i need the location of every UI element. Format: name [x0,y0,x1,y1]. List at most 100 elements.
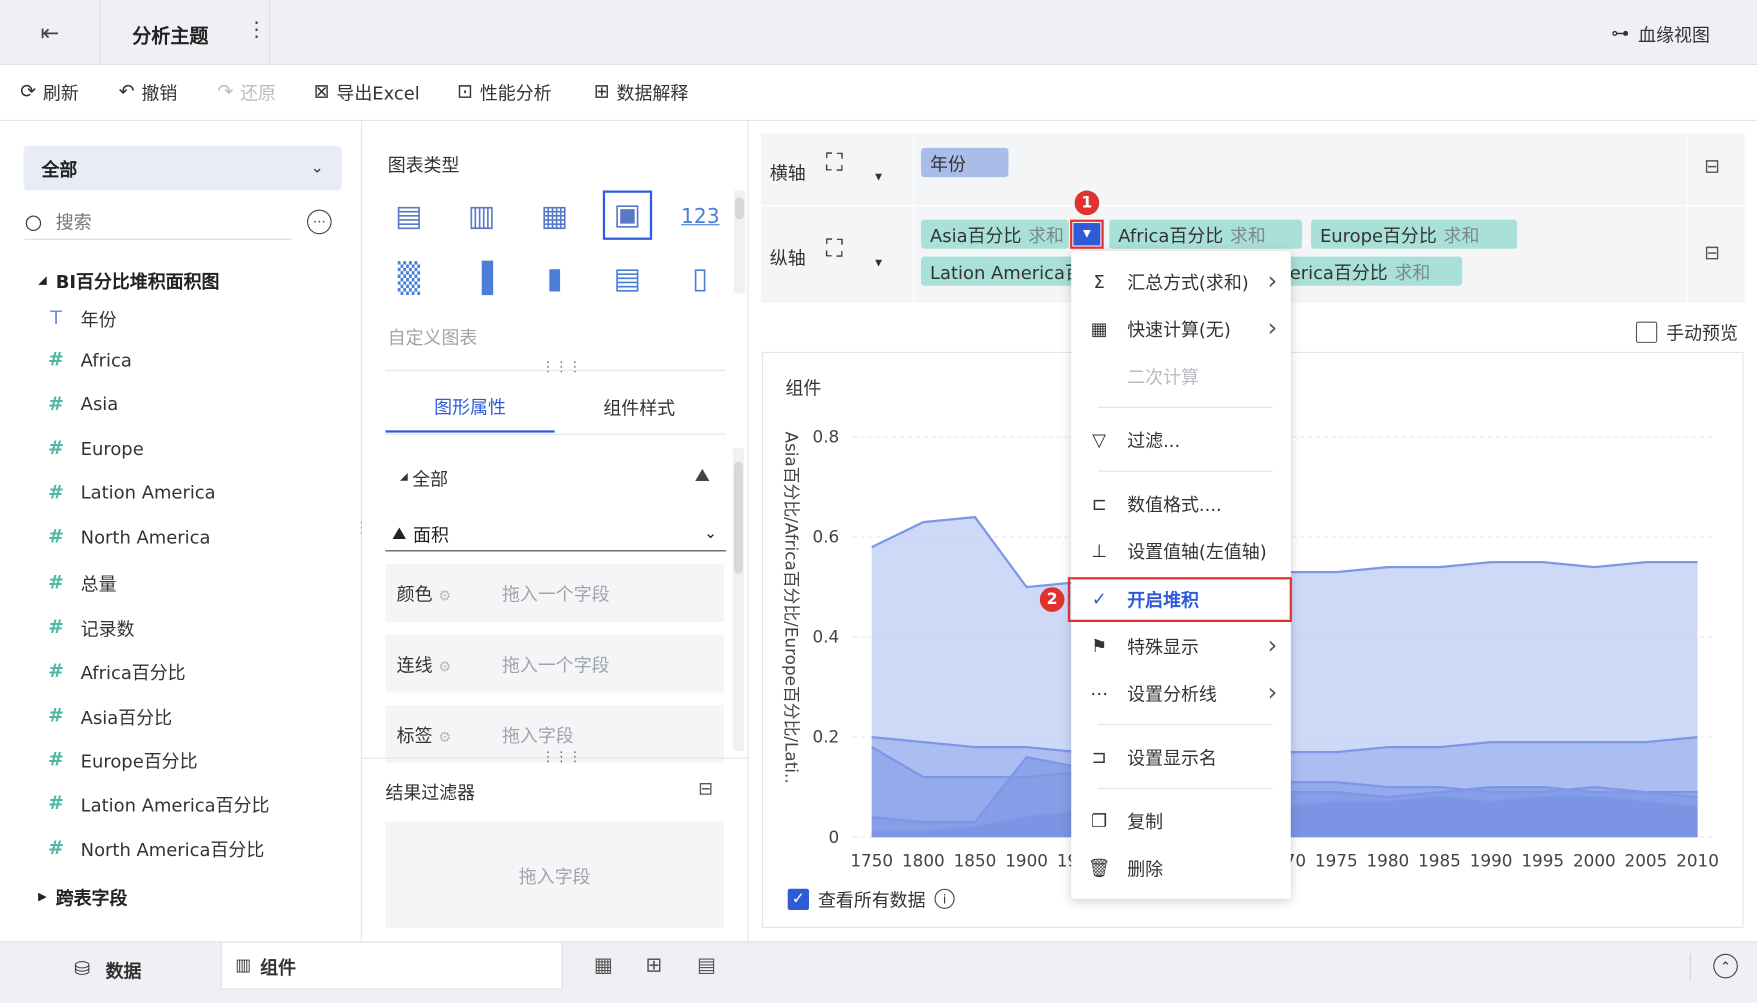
y-field-pill[interactable]: Africa百分比 求和 [1109,219,1303,249]
lineage-view-button[interactable]: ⊶ 血缘视图 [1611,20,1710,47]
chart-type-option[interactable]: ▤ [594,251,661,307]
chart-type-option[interactable]: ▥ [448,188,515,244]
field-label: Africa百分比 [80,662,186,684]
checkbox-checked-icon[interactable]: ✓ [787,888,810,910]
y-field-pill[interactable]: Europe百分比 求和 [1310,219,1518,249]
menu-item-label: 数值格式.... [1127,494,1222,516]
drag-handle[interactable]: ⋮⋮⋮ [541,749,581,765]
drag-handle[interactable]: ⋮⋮⋮ [541,359,581,375]
divider [1686,206,1688,303]
menu-item[interactable]: ⊥ 设置值轴(左值轴) [1071,530,1291,570]
filter-icon: ▽ [1092,428,1107,450]
redo-button[interactable]: ↷ 还原 [217,78,276,105]
scope-select[interactable]: 全部 ⌄ [23,145,342,191]
field-item[interactable]: # 总量 [45,570,117,597]
chart-type-option[interactable]: ▒ [375,251,442,307]
tab-shape-props[interactable]: 图形属性 [385,381,555,433]
manual-preview-toggle[interactable]: 手动预览 [1635,318,1738,345]
view-all-data-toggle[interactable]: ✓ 查看所有数据 i [787,885,955,912]
x-tick-label: 1985 [1418,850,1461,870]
y-field-pill[interactable]: Asia百分比 求和 [921,219,1069,249]
x-tick-label: 1995 [1521,850,1564,870]
field-label: Lation America [80,482,216,504]
chart-type-option[interactable]: 123 [667,188,734,244]
menu-item[interactable]: Σ 汇总方式(求和) › [1071,261,1291,301]
x-axis-type-icon[interactable]: ⛶ [826,149,843,177]
field-item[interactable]: # Africa百分比 [45,658,186,685]
field-item[interactable]: # Europe百分比 [45,746,197,773]
caret-down-icon[interactable]: ▼ [875,171,882,181]
more-menu-icon[interactable]: ⋮ [247,18,267,42]
field-item[interactable]: # Europe [45,437,144,459]
menu-item[interactable]: ⊐ 设置显示名 [1071,736,1291,776]
chart-type-option[interactable]: ▐ [448,251,515,307]
x-field-pill[interactable]: 年份 [921,147,1009,178]
divider [1689,953,1691,981]
menu-item[interactable]: 🗑 删除 [1071,847,1291,887]
chart-type-option[interactable]: ▤ [375,188,442,244]
chart-type-option[interactable]: ▯ [667,251,734,307]
bottom-tab-bar: ⛁ 数据 ▥ 组件 ▦ ⊞ ▤ ⌃ [0,941,1757,1003]
area-chart-icon[interactable]: ⛰ [695,464,710,486]
props-scrollbar[interactable] [732,448,745,751]
refresh-button[interactable]: ⟳ 刷新 [20,78,79,105]
chart-type-icon: ▤ [613,262,642,296]
field-item[interactable]: # Lation America百分比 [45,791,269,818]
group-header[interactable]: ◢ BI百分比堆积面积图 [38,267,219,294]
collapse-up-icon[interactable]: ⌃ [1713,953,1738,979]
field-item[interactable]: # Asia百分比 [45,702,172,729]
flag-icon: ⚑ [1091,634,1108,657]
x-axis-settings-icon[interactable]: ⊟ [1704,156,1720,178]
result-filter-dropzone[interactable]: 拖入字段 [385,821,724,928]
color-slot[interactable]: 颜色 ⚙ 拖入一个字段 [385,563,724,622]
undo-button[interactable]: ↶ 撤销 [119,78,178,105]
info-icon[interactable]: i [934,888,955,909]
add-report-icon[interactable]: ▤ [697,954,716,978]
back-button[interactable]: ⇤ [0,0,101,66]
y-axis-type-icon[interactable]: ⛶ [826,235,843,263]
more-options-icon[interactable]: ··· [307,209,332,235]
menu-item[interactable]: ⋯ 设置分析线 › [1071,672,1291,712]
highlight-dropdown-trigger[interactable]: ▼ [1070,219,1104,249]
field-item[interactable]: # Lation America [45,481,216,503]
menu-item[interactable]: ⚑ 特殊显示 › [1071,625,1291,665]
field-item[interactable]: # Asia [45,393,118,415]
caret-down-icon[interactable]: ▼ [1073,223,1101,246]
chart-type-scrollbar[interactable] [733,190,746,294]
search-input[interactable] [55,211,258,234]
add-dashboard-icon[interactable]: ⊞ [645,954,662,978]
menu-item[interactable]: ▽ 过滤... [1071,419,1291,459]
field-item[interactable]: # North America百分比 [45,835,264,862]
y-axis-label: 纵轴 [769,247,806,269]
tab-component[interactable]: ▥ 组件 [220,942,563,990]
caret-down-icon[interactable]: ▼ [875,258,882,268]
tab-data[interactable]: ⛁ 数据 [74,956,142,983]
tab-component-style[interactable]: 组件样式 [555,381,724,433]
filter-config-icon[interactable]: ⊟ [698,778,713,799]
chart-type-option[interactable]: ▦ [521,188,588,244]
calculator-icon: ▦ [1090,317,1108,340]
menu-item[interactable]: ❐ 复制 [1071,800,1291,840]
search-box[interactable]: ○ [24,206,292,240]
chart-type-option[interactable]: ▮ [521,251,588,307]
export-excel-button[interactable]: ⊠ 导出Excel [314,78,420,105]
field-item[interactable]: # 记录数 [45,614,134,641]
mark-type-select[interactable]: ⛰ 面积 ⌄ [385,516,727,552]
menu-item[interactable]: ⊏ 数值格式.... [1071,483,1291,523]
menu-item[interactable]: ▦ 快速计算(无) › [1071,308,1291,348]
line-slot[interactable]: 连线 ⚙ 拖入一个字段 [385,634,724,693]
data-explain-button[interactable]: ⊞ 数据解释 [594,78,688,105]
checkbox[interactable] [1635,321,1658,343]
all-series-row[interactable]: ◢ 全部 [400,464,448,491]
cross-table-group[interactable]: ▶ 跨表字段 [38,883,127,910]
performance-button[interactable]: ⊡ 性能分析 [457,78,551,105]
chart-type-option[interactable]: ▣ [602,190,653,240]
y-field-pill[interactable]: Lation America百 [921,256,1078,286]
y-field-agg: 求和 [1443,225,1480,247]
field-item[interactable]: # Africa [45,349,132,371]
field-item[interactable]: # North America [45,526,210,548]
add-component-icon[interactable]: ▦ [594,954,613,978]
y-field-pill[interactable]: erica百分比 求和 [1280,256,1463,286]
field-item[interactable]: T 年份 [45,305,116,332]
y-axis-settings-icon[interactable]: ⊟ [1704,242,1720,264]
